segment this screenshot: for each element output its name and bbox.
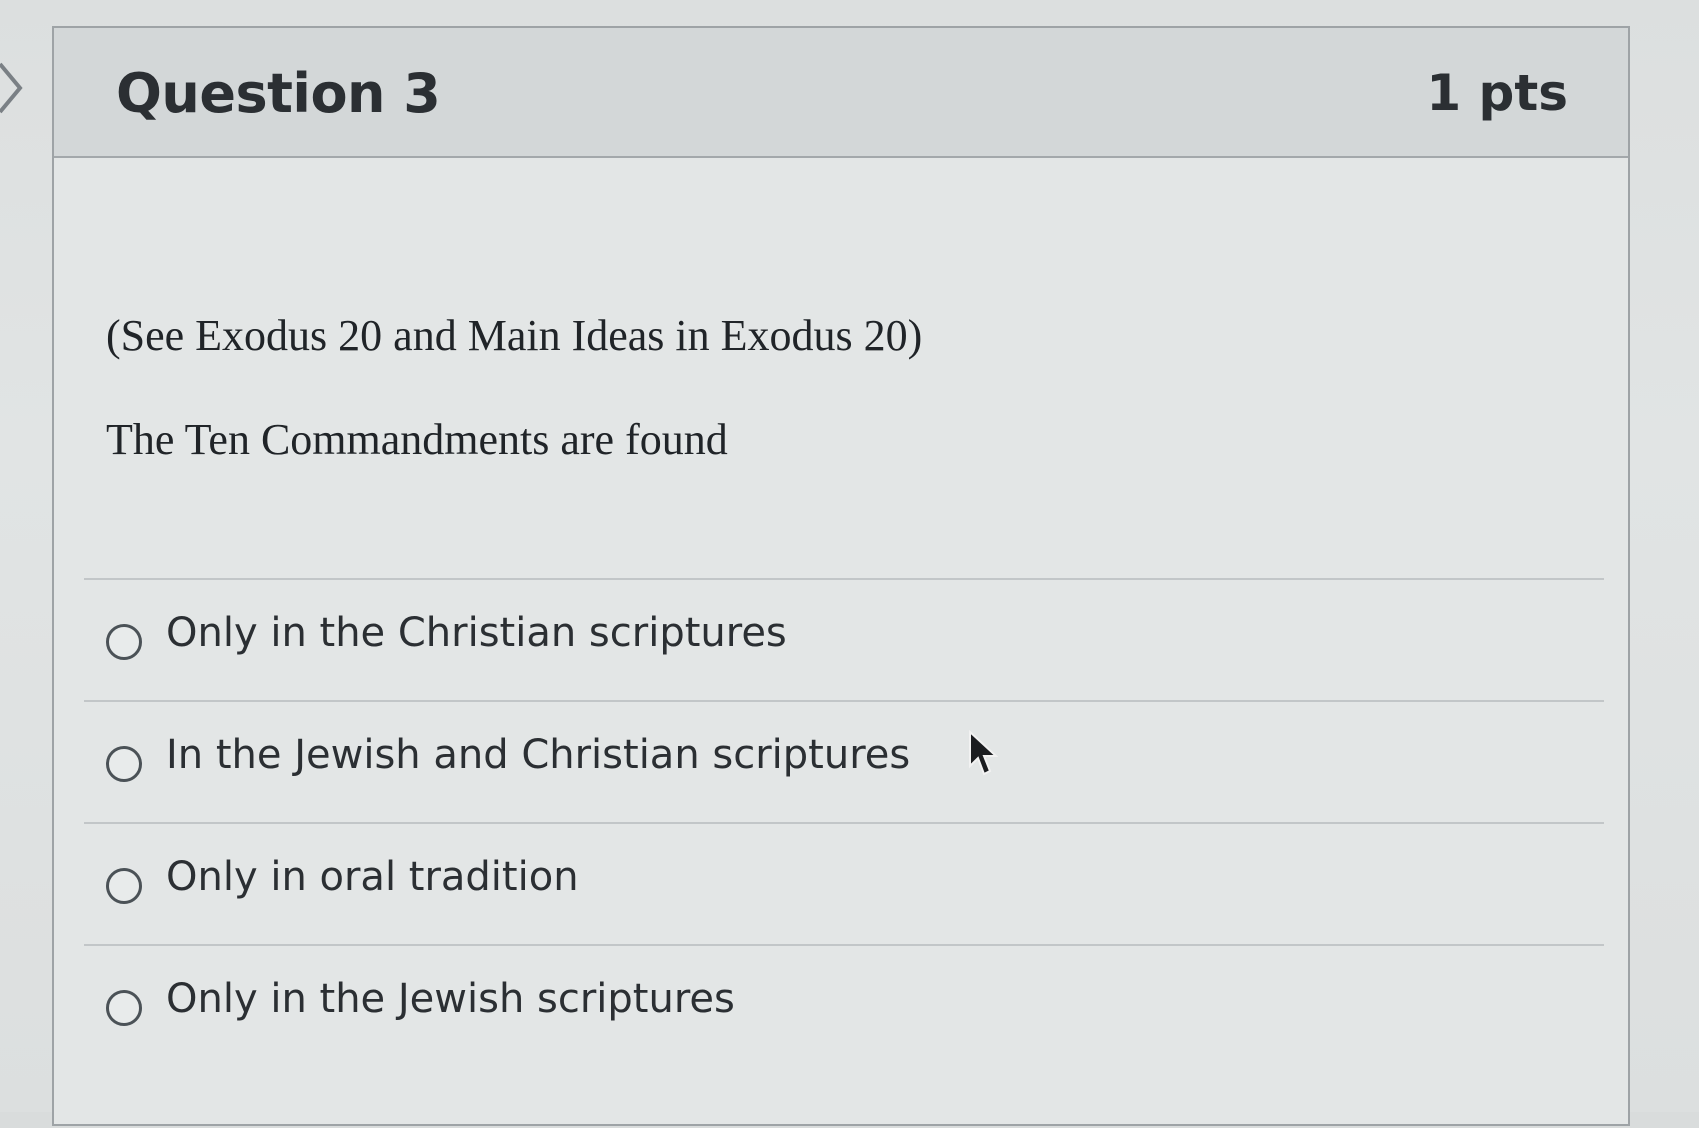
mouse-pointer-icon	[969, 730, 998, 776]
question-header: Question 3 1 pts	[54, 28, 1628, 158]
answer-label[interactable]: Only in the Christian scriptures	[166, 610, 787, 656]
question-reference: (See Exodus 20 and Main Ideas in Exodus …	[106, 311, 923, 360]
question-title: Question 3	[116, 62, 441, 125]
chevron-right-icon[interactable]	[0, 60, 26, 116]
answer-label[interactable]: Only in the Jewish scriptures	[166, 976, 735, 1022]
answer-label[interactable]: In the Jewish and Christian scriptures	[166, 732, 910, 778]
answer-option[interactable]: Only in the Christian scriptures	[84, 578, 1604, 700]
radio-unchecked-icon[interactable]	[106, 868, 142, 904]
radio-unchecked-icon[interactable]	[106, 990, 142, 1026]
answer-option[interactable]: In the Jewish and Christian scriptures	[84, 700, 1604, 822]
answer-option[interactable]: Only in oral tradition	[84, 822, 1604, 944]
question-prompt: The Ten Commandments are found	[106, 415, 728, 464]
answer-label[interactable]: Only in oral tradition	[166, 854, 579, 900]
question-body: (See Exodus 20 and Main Ideas in Exodus …	[54, 158, 1628, 1128]
question-points: 1 pts	[1426, 64, 1568, 122]
radio-unchecked-icon[interactable]	[106, 746, 142, 782]
radio-unchecked-icon[interactable]	[106, 624, 142, 660]
answer-option[interactable]: Only in the Jewish scriptures	[84, 944, 1604, 1066]
quiz-page: Question 3 1 pts (See Exodus 20 and Main…	[0, 0, 1699, 1126]
question-card: Question 3 1 pts (See Exodus 20 and Main…	[52, 26, 1630, 1126]
